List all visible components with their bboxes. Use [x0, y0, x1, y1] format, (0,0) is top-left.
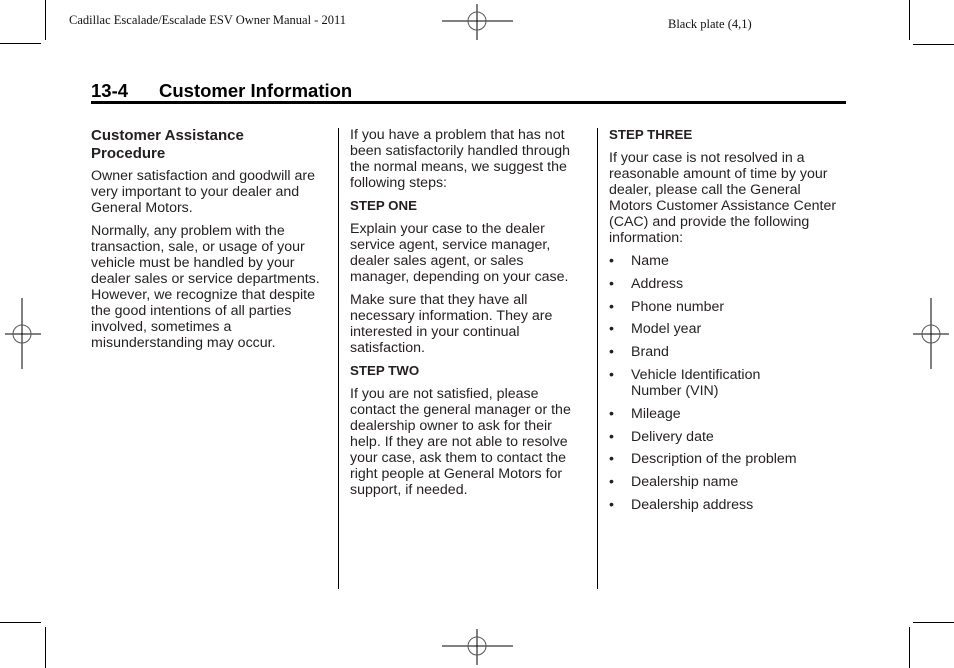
paragraph: If your case is not resolved in a reason…	[609, 150, 837, 246]
section-heading: Customer Assistance Procedure	[91, 127, 244, 162]
list-item: • Delivery date	[609, 428, 714, 445]
crop-mark	[913, 44, 954, 45]
bullet-icon: •	[609, 321, 614, 338]
page-number: 13-4	[91, 80, 129, 101]
crop-mark	[0, 43, 41, 44]
plate-label: Black plate (4,1)	[668, 17, 752, 31]
column-1: Customer Assistance Procedure Owner sati…	[91, 127, 331, 358]
registration-mark-icon	[442, 4, 513, 40]
crop-mark	[45, 0, 46, 40]
step-one-label: STEP ONE	[350, 198, 417, 213]
bullet-icon: •	[609, 451, 614, 468]
page-header: 13-4 Customer Information	[91, 80, 846, 102]
bullet-icon: •	[609, 344, 614, 361]
bullet-icon: •	[609, 496, 614, 513]
list-item: • Dealership address	[609, 496, 754, 513]
list-item: • Vehicle Identification Number (VIN)	[609, 366, 761, 399]
list-item: • Name	[609, 253, 669, 269]
list-item: • Dealership name	[609, 474, 739, 491]
header-rule	[91, 101, 846, 104]
intro-paragraph: If you have a problem that has not been …	[350, 127, 571, 191]
registration-mark-icon	[913, 298, 949, 369]
registration-mark-icon	[442, 629, 513, 665]
crop-mark	[913, 622, 954, 623]
list-item: • Phone number	[609, 298, 725, 315]
paragraph: Make sure that they have all necessary i…	[350, 292, 553, 356]
paragraph: If you are not satisfied, please contact…	[350, 386, 571, 498]
step-two-label: STEP TWO	[350, 363, 420, 378]
bullet-icon: •	[609, 428, 614, 445]
paragraph: Owner satisfaction and goodwill are very…	[91, 168, 315, 216]
column-3: STEP THREE If your case is not resolved …	[609, 127, 845, 520]
crop-mark	[909, 627, 910, 668]
crop-mark	[45, 627, 46, 668]
bullet-icon: •	[609, 405, 614, 422]
column-divider	[597, 128, 598, 589]
paragraph: Normally, any problem with the transacti…	[91, 223, 320, 351]
crop-mark	[909, 0, 910, 40]
bullet-icon: •	[609, 275, 614, 292]
column-divider	[338, 128, 339, 589]
list-item: • Description of the problem	[609, 451, 797, 468]
registration-mark-icon	[5, 298, 41, 369]
list-item: • Mileage	[609, 405, 681, 422]
information-list: • Name • Address • Phone number • Model year…	[609, 253, 845, 513]
section-title: Customer Information	[159, 80, 353, 101]
list-item: • Model year	[609, 321, 702, 338]
crop-mark	[0, 622, 41, 623]
paragraph: Explain your case to the dealer service …	[350, 221, 569, 285]
bullet-icon: •	[609, 366, 614, 383]
bullet-icon: •	[609, 474, 614, 491]
manual-title: Cadillac Escalade/Escalade ESV Owner Man…	[69, 13, 346, 27]
list-item: • Address	[609, 275, 684, 292]
bullet-icon: •	[609, 253, 614, 269]
step-three-label: STEP THREE	[609, 127, 693, 142]
column-2: If you have a problem that has not been …	[350, 127, 586, 505]
bullet-icon: •	[609, 298, 614, 315]
list-item: • Brand	[609, 344, 669, 361]
